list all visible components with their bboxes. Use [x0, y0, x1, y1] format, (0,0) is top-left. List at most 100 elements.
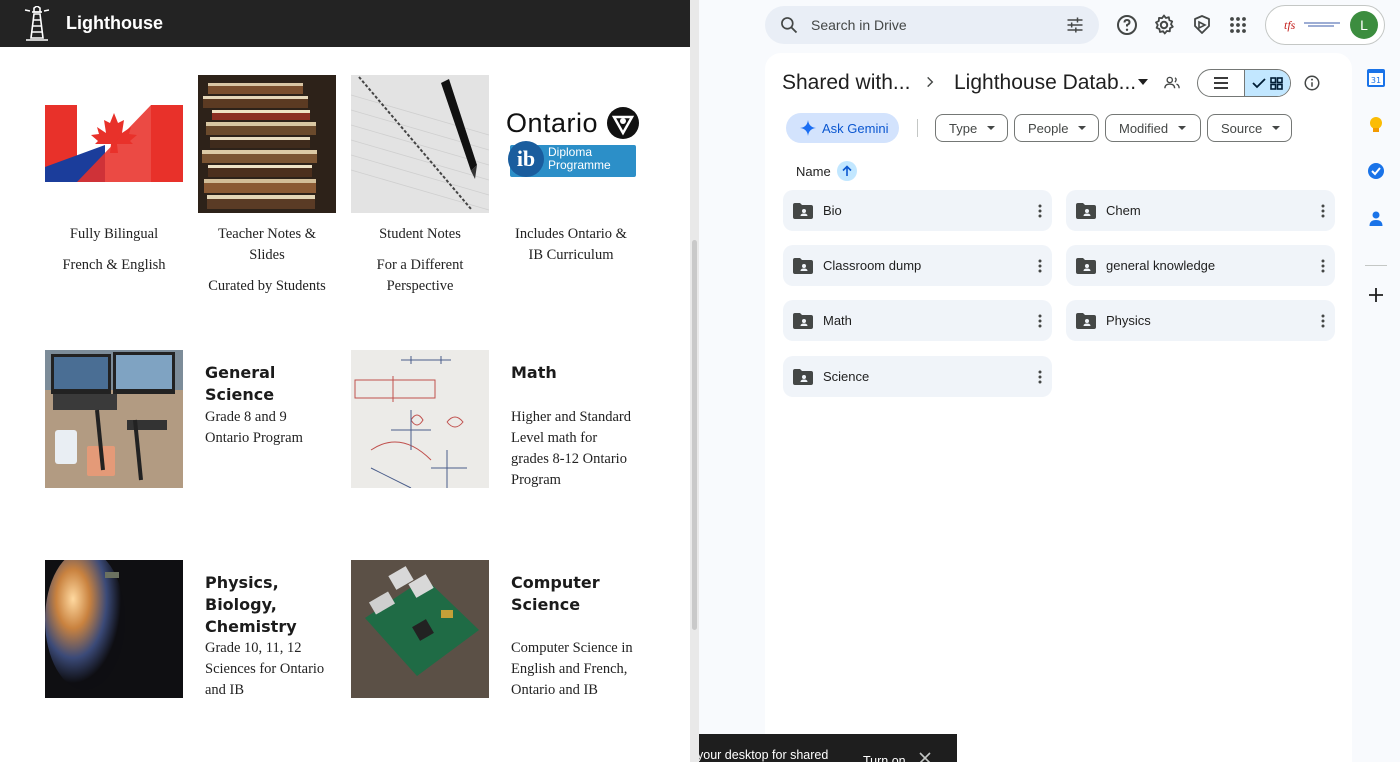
ontario-ib-logo-image: Ontario ib Diploma Programme	[504, 75, 642, 213]
more-vert-icon[interactable]	[1321, 314, 1325, 328]
general-science-lab-image[interactable]	[45, 350, 183, 488]
caption-line: Curated by Students	[208, 278, 326, 294]
drive-main-panel: Shared with... Lighthouse Datab... Ask G…	[765, 53, 1352, 762]
toast-message: your desktop for shared	[699, 748, 829, 762]
drive-search-bar[interactable]: Search in Drive	[765, 6, 1099, 44]
caret-down-icon	[1272, 126, 1281, 130]
filter-type-chip[interactable]: Type	[935, 114, 1008, 142]
list-view-button[interactable]	[1198, 70, 1244, 96]
list-view-icon	[1213, 77, 1228, 89]
add-addon-plus-icon[interactable]	[1366, 285, 1386, 305]
search-input[interactable]: Search in Drive	[811, 17, 1065, 33]
tile-caption-bilingual: Fully Bilingual French & English	[39, 224, 189, 286]
breadcrumb-shared-with-me[interactable]: Shared with...	[782, 71, 910, 95]
info-icon[interactable]	[1303, 74, 1321, 92]
shared-folder-icon	[1076, 257, 1096, 274]
more-vert-icon[interactable]	[1038, 314, 1042, 328]
ib-circle-icon: ib	[508, 141, 544, 177]
sort-by-name-header[interactable]: Name	[796, 161, 857, 181]
raspberry-pi-image[interactable]	[351, 560, 489, 698]
filter-label: Type	[949, 120, 978, 136]
gemini-sparkle-icon[interactable]	[1190, 13, 1214, 37]
notebook-pen-image	[351, 75, 489, 213]
keep-bulb-icon[interactable]	[1366, 115, 1386, 135]
site-title[interactable]: Lighthouse	[66, 13, 163, 34]
lighthouse-logo-icon[interactable]	[22, 5, 52, 42]
folder-item[interactable]: Physics	[1066, 300, 1335, 341]
calendar-icon[interactable]: 31	[1366, 68, 1386, 88]
tasks-check-icon[interactable]	[1366, 161, 1386, 181]
folder-name: Science	[823, 369, 870, 384]
google-drive: Search in Drive tfs L Shared with... Lig…	[699, 0, 1400, 762]
folder-item[interactable]: Science	[783, 356, 1052, 397]
tile-caption-student-notes: Student Notes For a Different Perspectiv…	[345, 224, 495, 307]
notification-toast: your desktop for shared Turn on	[699, 734, 957, 762]
bunsen-flame-image[interactable]	[45, 560, 183, 698]
scrollbar-thumb[interactable]	[692, 240, 697, 630]
shared-folder-icon	[1076, 202, 1096, 219]
tile-caption-curriculum: Includes Ontario & IB Curriculum	[496, 224, 646, 276]
subject-title-math[interactable]: Math	[511, 362, 646, 384]
folder-item[interactable]: Math	[783, 300, 1052, 341]
side-panel: 31	[1353, 53, 1400, 762]
filter-people-chip[interactable]: People	[1014, 114, 1099, 142]
apps-grid-icon[interactable]	[1226, 13, 1250, 37]
grid-view-icon	[1269, 76, 1283, 90]
ask-gemini-button[interactable]: Ask Gemini	[786, 113, 899, 143]
folder-item[interactable]: Chem	[1066, 190, 1335, 231]
avatar[interactable]: L	[1350, 11, 1378, 39]
gemini-star-icon	[800, 120, 816, 136]
checkmark-icon	[1252, 78, 1266, 89]
subject-title-sciences[interactable]: Physics, Biology, Chemistry	[205, 572, 340, 638]
sort-arrow-up-icon[interactable]	[836, 161, 857, 181]
caption-line: Student Notes	[379, 226, 461, 242]
contacts-person-icon[interactable]	[1366, 209, 1386, 229]
site-header: Lighthouse	[0, 0, 690, 47]
settings-gear-icon[interactable]	[1152, 13, 1176, 37]
help-icon[interactable]	[1115, 13, 1139, 37]
folder-item[interactable]: general knowledge	[1066, 245, 1335, 286]
grid-view-button[interactable]	[1243, 70, 1290, 96]
view-toggle[interactable]	[1197, 69, 1291, 97]
canada-flag-image	[45, 75, 183, 213]
breadcrumb-current-folder[interactable]: Lighthouse Datab...	[954, 71, 1136, 95]
caption-line: Fully Bilingual	[69, 226, 159, 242]
search-options-icon[interactable]	[1065, 15, 1085, 35]
ask-gemini-label: Ask Gemini	[822, 120, 889, 136]
toolbar-divider	[917, 119, 918, 137]
caption-line: Includes Ontario & IB Curriculum	[515, 226, 627, 263]
filter-modified-chip[interactable]: Modified	[1105, 114, 1201, 142]
caption-line: Teacher Notes & Slides	[217, 226, 317, 263]
more-vert-icon[interactable]	[1321, 204, 1325, 218]
close-icon[interactable]	[919, 752, 931, 762]
folder-name: Bio	[823, 203, 842, 218]
manage-people-icon[interactable]	[1163, 74, 1181, 92]
more-vert-icon[interactable]	[1038, 259, 1042, 273]
subject-desc-sciences: Grade 10, 11, 12 Sciences for Ontario an…	[205, 640, 325, 698]
more-vert-icon[interactable]	[1038, 204, 1042, 218]
account-chip[interactable]: tfs L	[1265, 5, 1385, 45]
more-vert-icon[interactable]	[1321, 259, 1325, 273]
more-vert-icon[interactable]	[1038, 370, 1042, 384]
folder-item[interactable]: Classroom dump	[783, 245, 1052, 286]
folder-name: Classroom dump	[823, 258, 922, 273]
filter-label: People	[1028, 120, 1069, 136]
search-icon[interactable]	[779, 15, 799, 35]
subject-title-computer-science[interactable]: Computer Science	[511, 572, 646, 616]
folder-item[interactable]: Bio	[783, 190, 1052, 231]
folder-name: Math	[823, 313, 852, 328]
caret-down-icon[interactable]	[1137, 77, 1149, 87]
filter-source-chip[interactable]: Source	[1207, 114, 1292, 142]
side-divider	[1365, 265, 1387, 266]
tile-caption-teacher-notes: Teacher Notes & Slides Curated by Studen…	[192, 224, 342, 307]
subject-title-general-science[interactable]: General Science	[205, 362, 340, 406]
lighthouse-scrollbar[interactable]	[690, 0, 699, 762]
toast-turn-on-button[interactable]: Turn on	[863, 754, 906, 762]
chevron-right-icon	[927, 76, 934, 88]
ontario-logo-text: Ontario	[506, 108, 599, 138]
shared-folder-icon	[793, 312, 813, 329]
caption-line: For a Different Perspective	[376, 257, 464, 294]
ontario-trillium-icon	[607, 107, 639, 139]
math-whiteboard-image[interactable]	[351, 350, 489, 488]
shared-folder-icon	[793, 257, 813, 274]
